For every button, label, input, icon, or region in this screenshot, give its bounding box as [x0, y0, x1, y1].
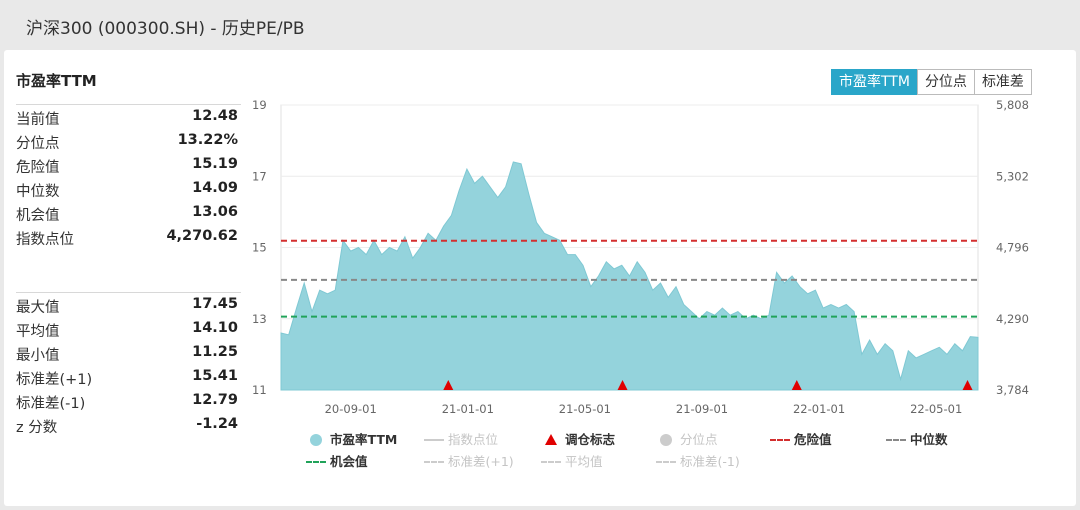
legend-symbol-icon	[539, 430, 565, 450]
x-tick-label: 21-05-01	[559, 402, 611, 416]
x-tick-label: 22-01-01	[793, 402, 845, 416]
legend-symbol-icon	[654, 430, 680, 450]
legend-label: 调仓标志	[565, 432, 616, 447]
legend-label: 机会值	[330, 454, 368, 469]
legend-symbol-icon	[304, 452, 330, 472]
legend-symbol-icon	[768, 430, 794, 450]
page-title: 沪深300 (000300.SH) - 历史PE/PB	[26, 19, 305, 39]
legend-danger[interactable]: 危险值	[768, 430, 832, 450]
left-tick-label: 15	[252, 241, 267, 255]
pe-history-chart[interactable]: 19 5,808 17 5,302 15 4,796 13 4,290 11 3,784 20-09…	[4, 50, 1076, 430]
legend-median[interactable]: 中位数	[884, 430, 948, 450]
x-tick-label: 20-09-01	[325, 402, 377, 416]
legend-std-minus[interactable]: 标准差(-1)	[654, 452, 740, 472]
right-tick-label: 3,784	[996, 383, 1029, 397]
legend-rebalance[interactable]: 调仓标志	[539, 430, 615, 450]
legend-symbol-icon	[884, 430, 910, 450]
left-tick-label: 11	[252, 383, 267, 397]
legend-symbol-icon	[539, 452, 565, 472]
page-header: 沪深300 (000300.SH) - 历史PE/PB	[0, 0, 1080, 50]
right-tick-label: 5,302	[996, 169, 1029, 183]
chart-legend: 市盈率TTM 指数点位 调仓标志 分位点 危险值 中位数机会值 标准差(+1) 平均值 标准差(…	[304, 430, 1004, 480]
legend-symbol-icon	[422, 452, 448, 472]
valuation-card: 市盈率TTM 当前值 12.48 分位点 13.22% 危险值 15.19 中位数 14.09…	[4, 50, 1076, 506]
legend-symbol-icon	[304, 430, 330, 450]
legend-percentile[interactable]: 分位点	[654, 430, 718, 450]
x-tick-label: 21-01-01	[442, 402, 494, 416]
right-tick-label: 5,808	[996, 98, 1029, 112]
legend-label: 市盈率TTM	[330, 432, 398, 447]
legend-average[interactable]: 平均值	[539, 452, 603, 472]
legend-label: 指数点位	[448, 432, 499, 447]
legend-symbol-icon	[654, 452, 680, 472]
right-tick-label: 4,290	[996, 312, 1029, 326]
legend-label: 分位点	[680, 432, 718, 447]
right-tick-label: 4,796	[996, 241, 1029, 255]
x-tick-label: 22-05-01	[910, 402, 962, 416]
legend-label: 危险值	[794, 432, 832, 447]
legend-label: 平均值	[565, 454, 603, 469]
legend-pe-ttm[interactable]: 市盈率TTM	[304, 430, 397, 450]
left-tick-label: 19	[252, 98, 267, 112]
legend-symbol-icon	[422, 430, 448, 450]
legend-opportunity[interactable]: 机会值	[304, 452, 368, 472]
left-tick-label: 13	[252, 312, 267, 326]
x-tick-label: 21-09-01	[676, 402, 728, 416]
legend-label: 标准差(-1)	[680, 454, 740, 469]
legend-label: 中位数	[910, 432, 948, 447]
legend-label: 标准差(+1)	[448, 454, 514, 469]
left-tick-label: 17	[252, 169, 267, 183]
pe-ttm-area	[280, 161, 979, 391]
legend-index-level[interactable]: 指数点位	[422, 430, 498, 450]
legend-std-plus[interactable]: 标准差(+1)	[422, 452, 514, 472]
